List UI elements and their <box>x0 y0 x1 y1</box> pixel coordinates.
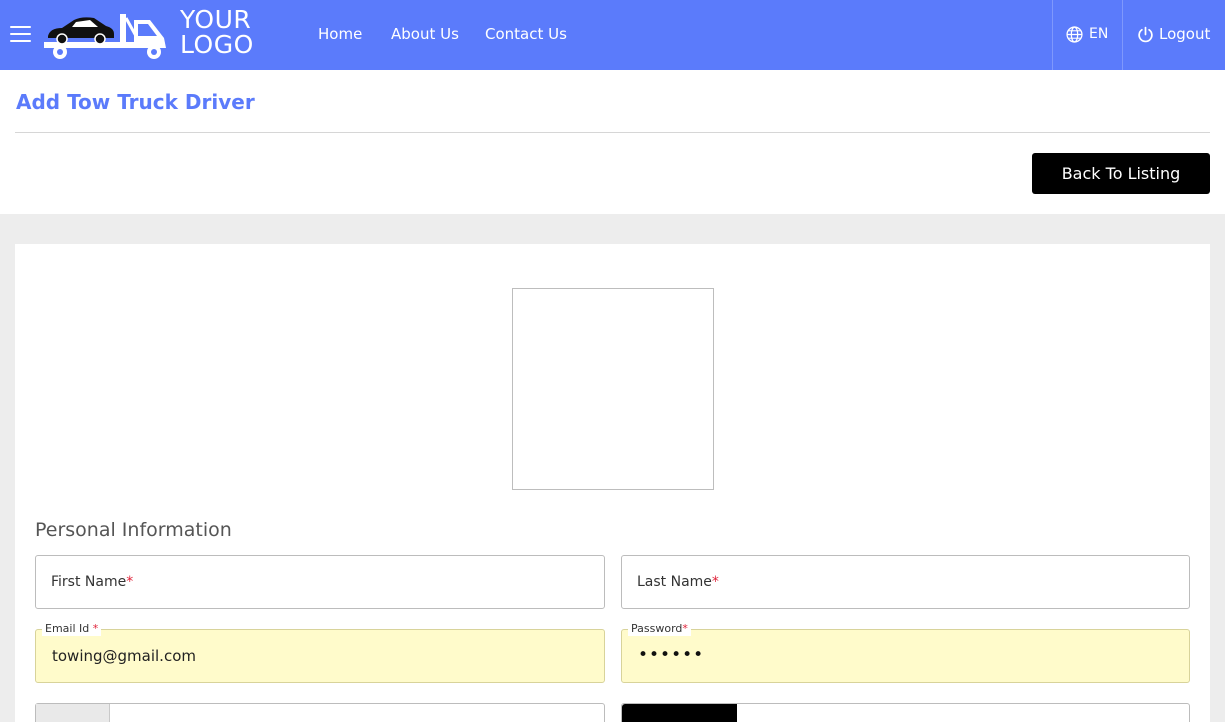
page-title: Add Tow Truck Driver <box>16 90 255 114</box>
profile-photo-upload[interactable] <box>512 288 714 490</box>
email-field[interactable]: Email Id * towing@gmail.com <box>35 622 605 683</box>
first-name-field[interactable]: First Name* <box>35 555 605 609</box>
nav-divider <box>1052 0 1053 70</box>
top-navbar: YOUR LOGO Home About Us Contact Us EN Lo… <box>0 0 1225 70</box>
globe-icon <box>1066 25 1083 43</box>
last-name-field[interactable]: Last Name* <box>621 555 1190 609</box>
logo-text[interactable]: YOUR LOGO <box>180 7 254 57</box>
choose-file-button[interactable] <box>622 704 737 722</box>
password-value: •••••• <box>638 645 705 665</box>
required-mark: * <box>92 622 99 635</box>
file-upload-field[interactable] <box>621 703 1190 722</box>
first-name-label: First Name* <box>51 574 134 590</box>
phone-field[interactable] <box>35 703 605 722</box>
language-selector[interactable]: EN <box>1066 24 1108 44</box>
driver-form: Personal Information First Name* Last Na… <box>15 244 1210 722</box>
page-header: Add Tow Truck Driver Back To Listing <box>0 70 1225 214</box>
password-label: Password* <box>628 622 691 636</box>
logo-line-1: YOUR <box>180 5 252 34</box>
header-divider <box>15 132 1210 133</box>
logo-line-2: LOGO <box>180 30 254 59</box>
hamburger-menu-icon[interactable] <box>10 26 31 43</box>
nav-link-about-us[interactable]: About Us <box>391 24 459 44</box>
back-to-listing-button[interactable]: Back To Listing <box>1032 153 1210 194</box>
nav-link-contact-us[interactable]: Contact Us <box>485 24 567 44</box>
nav-divider <box>1122 0 1123 70</box>
tow-truck-logo-icon[interactable] <box>42 6 172 62</box>
logout-button[interactable]: Logout <box>1137 24 1210 44</box>
email-label: Email Id * <box>42 622 102 636</box>
last-name-label: Last Name* <box>637 574 719 590</box>
password-field[interactable]: Password* •••••• <box>621 622 1190 683</box>
email-value: towing@gmail.com <box>52 647 196 665</box>
section-title-personal-information: Personal Information <box>35 519 232 541</box>
logout-label: Logout <box>1159 25 1211 43</box>
nav-link-home[interactable]: Home <box>318 24 362 44</box>
required-mark: * <box>682 622 688 635</box>
country-code-prefix[interactable] <box>36 704 110 722</box>
required-mark: * <box>711 574 719 590</box>
power-icon <box>1138 26 1153 42</box>
required-mark: * <box>126 574 134 590</box>
language-label: EN <box>1089 26 1109 42</box>
